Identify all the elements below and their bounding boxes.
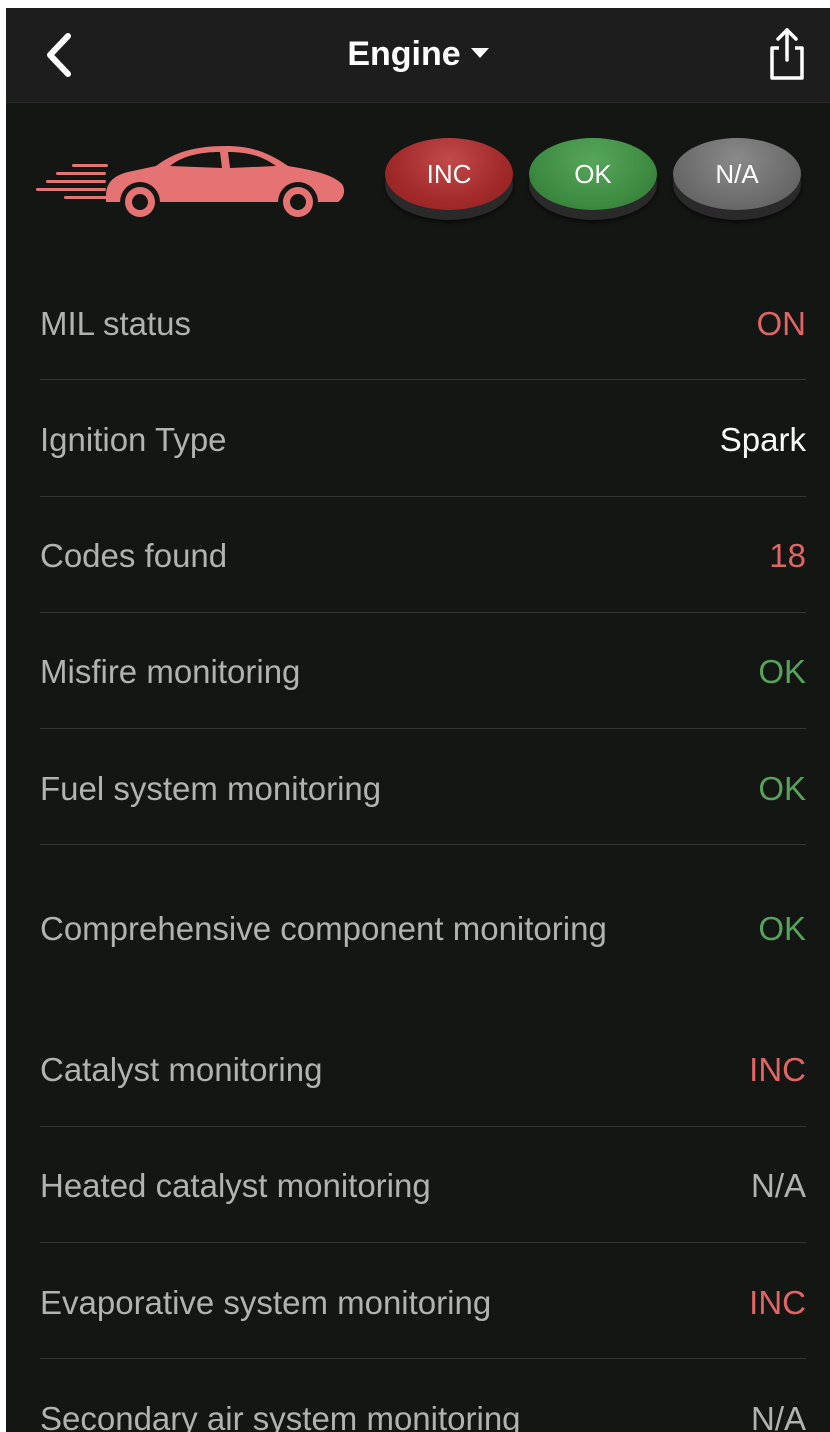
row-label: MIL status (40, 305, 191, 342)
row-label: Catalyst monitoring (40, 1051, 323, 1088)
legend-row: INC OK N/A (6, 128, 830, 238)
row-value: Spark (719, 421, 806, 458)
row-label: Codes found (40, 537, 228, 574)
page-title: Engine (347, 35, 461, 73)
list-item: Comprehensive component monitoring OK (40, 908, 806, 950)
list-item: Codes found 18 (40, 535, 806, 577)
row-divider (40, 728, 806, 729)
row-value: OK (758, 653, 806, 690)
navigation-bar: Engine (6, 8, 830, 103)
row-divider (40, 844, 806, 845)
row-divider (40, 1126, 806, 1127)
list-item: Fuel system monitoring OK (40, 768, 806, 810)
list-item: Heated catalyst monitoring N/A (40, 1165, 806, 1207)
row-label: Misfire monitoring (40, 653, 301, 690)
list-item: MIL status ON (40, 303, 806, 345)
row-value: N/A (750, 1400, 806, 1432)
row-value: ON (756, 305, 807, 342)
screen: Engine INC OK N/A MIL status ON Ignition… (6, 8, 830, 1432)
row-value: OK (758, 770, 806, 807)
row-value: INC (749, 1284, 806, 1321)
row-value: N/A (750, 1167, 806, 1204)
row-label: Comprehensive component monitoring (40, 910, 607, 947)
list-item: Misfire monitoring OK (40, 651, 806, 693)
legend-na-badge: N/A (673, 138, 801, 210)
row-label: Evaporative system monitoring (40, 1284, 492, 1321)
row-divider (40, 1358, 806, 1359)
list-item: Evaporative system monitoring INC (40, 1282, 806, 1324)
row-divider (40, 379, 806, 380)
legend-ok-badge: OK (529, 138, 657, 210)
row-divider (40, 612, 806, 613)
row-label: Ignition Type (40, 421, 227, 458)
engine-selector[interactable]: Engine (6, 34, 830, 74)
car-icon (36, 146, 345, 222)
list-item: Ignition Type Spark (40, 419, 806, 461)
caret-down-icon (470, 48, 489, 59)
row-value: OK (758, 910, 806, 947)
row-value: 18 (769, 537, 806, 574)
row-value: INC (749, 1051, 806, 1088)
row-label: Secondary air system monitoring (40, 1400, 521, 1432)
row-label: Fuel system monitoring (40, 770, 382, 807)
row-divider (40, 1242, 806, 1243)
share-icon (770, 28, 804, 80)
list-item: Catalyst monitoring INC (40, 1049, 806, 1091)
legend-inc-badge: INC (385, 138, 513, 210)
share-button[interactable] (766, 26, 808, 82)
row-divider (40, 496, 806, 497)
list-item: Secondary air system monitoring N/A (40, 1398, 806, 1432)
row-label: Heated catalyst monitoring (40, 1167, 431, 1204)
